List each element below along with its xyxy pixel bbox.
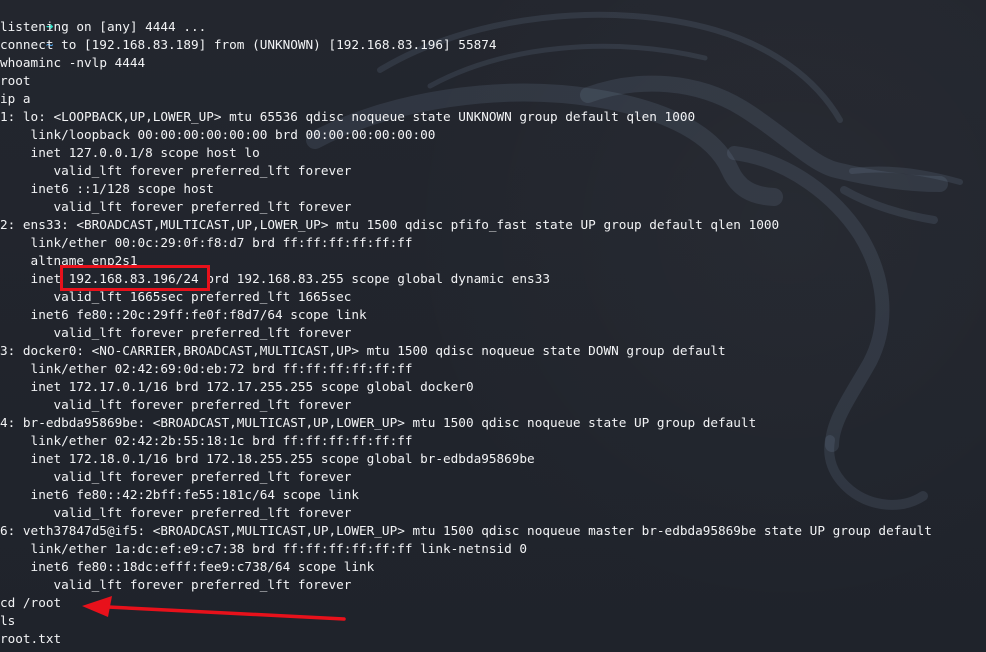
terminal-line: 3: docker0: <NO-CARRIER,BROADCAST,MULTIC… (0, 343, 726, 358)
terminal-line: ip a (0, 91, 31, 106)
terminal-line: whoami (0, 55, 46, 70)
terminal-line: 2: ens33: <BROADCAST,MULTICAST,UP,LOWER_… (0, 217, 780, 232)
terminal-line: valid_lft forever preferred_lft forever (0, 325, 352, 340)
terminal-line: inet6 ::1/128 scope host (0, 181, 214, 196)
terminal-line: valid_lft forever preferred_lft forever (0, 505, 352, 520)
terminal-line: valid_lft forever preferred_lft forever (0, 163, 352, 178)
terminal-line: inet6 fe80::18dc:efff:fee9:c738/64 scope… (0, 559, 375, 574)
terminal-line: link/loopback 00:00:00:00:00:00 brd 00:0… (0, 127, 436, 142)
ip-address-highlight-box (60, 265, 210, 291)
terminal-line: listening on [any] 4444 ... (0, 19, 207, 34)
terminal-line: inet6 fe80::20c:29ff:fe0f:f8d7/64 scope … (0, 307, 367, 322)
terminal-line: valid_lft forever preferred_lft forever (0, 469, 352, 484)
terminal-line: inet 127.0.0.1/8 scope host lo (0, 145, 260, 160)
terminal-line: cd /root (0, 595, 62, 610)
terminal-line: link/ether 02:42:69:0d:eb:72 brd ff:ff:f… (0, 361, 413, 376)
terminal-line: link/ether 02:42:2b:55:18:1c brd ff:ff:f… (0, 433, 413, 448)
prompt-command: nc -nvlp 4444 (45, 55, 146, 70)
terminal-line: valid_lft forever preferred_lft forever (0, 199, 352, 214)
terminal-line: inet 172.18.0.1/16 brd 172.18.255.255 sc… (0, 451, 535, 466)
terminal-line: 6: veth37847d5@if5: <BROADCAST,MULTICAST… (0, 523, 932, 538)
terminal-line: inet6 fe80::42:2bff:fe55:181c/64 scope l… (0, 487, 360, 502)
terminal-line: link/ether 1a:dc:ef:e9:c7:38 brd ff:ff:f… (0, 541, 528, 556)
terminal-line: valid_lft forever preferred_lft forever (0, 577, 352, 592)
terminal-output: ➜ ~ nc -nvlp 4444 listening on [any] 444… (0, 0, 986, 652)
prompt-line: ➜ ~ nc -nvlp 4444 (0, 0, 145, 70)
terminal-line: connect to [192.168.83.189] from (UNKNOW… (0, 37, 497, 52)
terminal-line: link/ether 00:0c:29:0f:f8:d7 brd ff:ff:f… (0, 235, 413, 250)
terminal-line: root (0, 73, 31, 88)
terminal-line: 1: lo: <LOOPBACK,UP,LOWER_UP> mtu 65536 … (0, 109, 696, 124)
terminal-line: root.txt (0, 631, 62, 646)
terminal-line: 4: br-edbda95869be: <BROADCAST,MULTICAST… (0, 415, 757, 430)
terminal-line: inet 172.17.0.1/16 brd 172.17.255.255 sc… (0, 379, 474, 394)
terminal-line: ls (0, 613, 16, 628)
terminal-line: valid_lft forever preferred_lft forever (0, 397, 352, 412)
terminal-window[interactable]: ➜ ~ nc -nvlp 4444 listening on [any] 444… (0, 0, 986, 652)
